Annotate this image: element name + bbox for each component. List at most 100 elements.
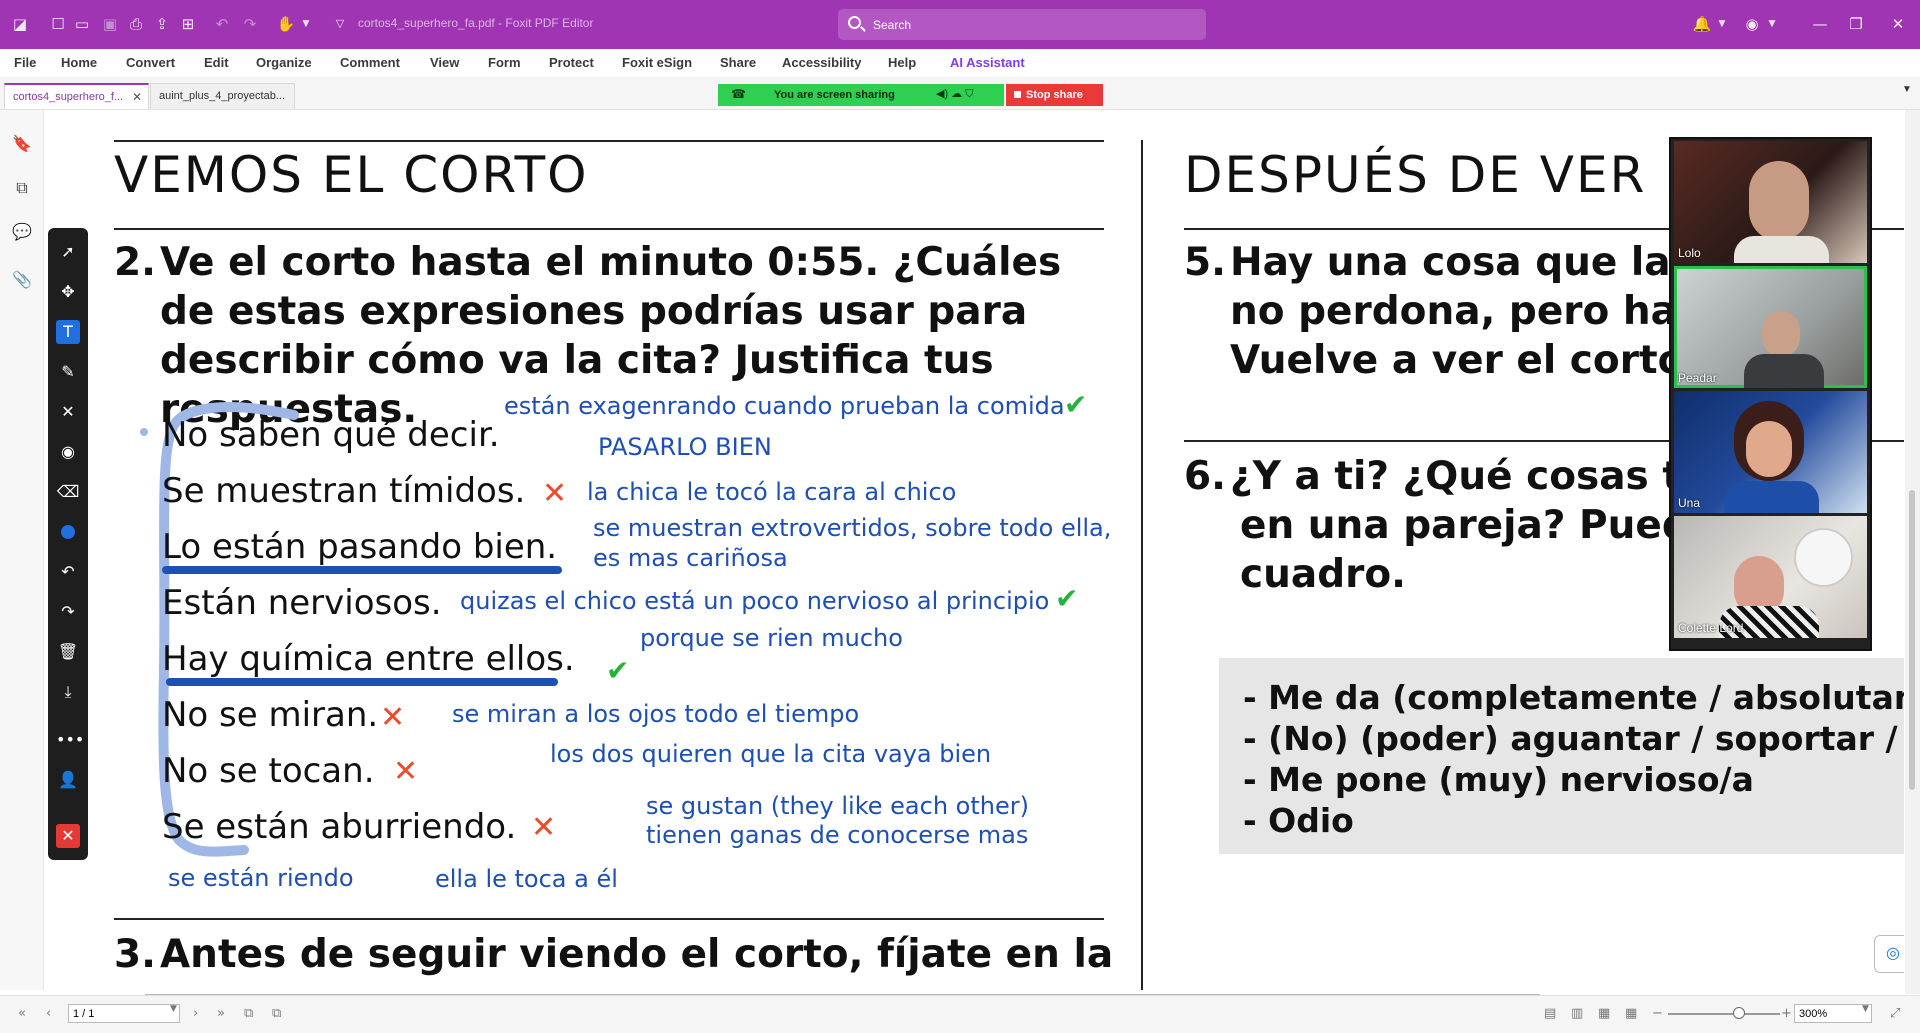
bookmark-icon[interactable]: 🔖	[12, 134, 32, 154]
menu-edit[interactable]: Edit	[204, 55, 229, 70]
export-icon[interactable]: ⇪	[152, 14, 172, 34]
close-icon[interactable]: ✕	[56, 400, 80, 424]
participant-video[interactable]: Colette Lord	[1674, 516, 1867, 638]
participant-video[interactable]: Una	[1674, 391, 1867, 513]
page-layout-icon[interactable]: ⧉	[244, 1006, 253, 1021]
document-title: cortos4_superhero_fa.pdf - Foxit PDF Edi…	[358, 16, 594, 30]
menu-organize[interactable]: Organize	[256, 55, 312, 70]
next-page-icon[interactable]: ›	[193, 1006, 198, 1021]
page-number-input[interactable]: 1 / 1	[68, 1004, 180, 1023]
prev-page-icon[interactable]: ‹	[46, 1006, 51, 1021]
zoom-level-input[interactable]: 300%	[1794, 1004, 1872, 1023]
notification-dropdown-icon[interactable]: ▼	[1712, 14, 1732, 34]
annotation-toolbar: ➚ ✥ T ✎ ✕ ◉ ⌫ ↶ ↷ 🗑 ⤓ ••• 👤 ✕	[48, 228, 88, 860]
undo-icon[interactable]: ↶	[56, 560, 80, 584]
pen-icon[interactable]: ✎	[56, 360, 80, 384]
menu-accessibility[interactable]: Accessibility	[782, 55, 862, 70]
zoom-in-icon[interactable]: +	[1781, 1006, 1792, 1021]
expression-option: - Me da (completamente / absolutamente) …	[1243, 678, 1904, 717]
color-picker-icon[interactable]	[61, 525, 75, 539]
tab-auint-plus[interactable]: auint_plus_4_proyectab...	[150, 83, 295, 109]
minimize-icon[interactable]: —	[1810, 14, 1830, 34]
menu-share[interactable]: Share	[720, 55, 756, 70]
question-6-line: cuadro.	[1240, 552, 1406, 597]
participant-video[interactable]: Peadar	[1674, 266, 1867, 388]
scroll-thumb[interactable]	[1909, 490, 1915, 790]
last-page-icon[interactable]: »	[217, 1006, 225, 1021]
zoom-out-icon[interactable]: −	[1652, 1006, 1663, 1021]
menu-file[interactable]: File	[14, 55, 36, 70]
bell-icon[interactable]: 🔔	[1692, 14, 1712, 34]
first-page-icon[interactable]: «	[18, 1006, 26, 1021]
cover-view-icon[interactable]: ▦	[1625, 1006, 1637, 1021]
continuous-view-icon[interactable]: ▥	[1571, 1006, 1583, 1021]
vertical-scrollbar[interactable]	[1905, 110, 1920, 994]
zoom-slider-handle[interactable]	[1733, 1007, 1745, 1019]
menu-help[interactable]: Help	[888, 55, 916, 70]
redo-icon[interactable]: ↷	[240, 14, 260, 34]
zoom-slider[interactable]	[1668, 1013, 1780, 1015]
annotation-text: PASARLO BIEN	[598, 433, 772, 461]
ai-assistant-icon[interactable]: ◎	[1874, 935, 1904, 973]
undo-icon[interactable]: ↶	[212, 14, 232, 34]
menu-home[interactable]: Home	[61, 55, 97, 70]
annotation-text: se están riendo	[168, 864, 354, 892]
pages-icon[interactable]: ⧉	[12, 178, 32, 198]
search-placeholder: Search	[873, 18, 912, 32]
participant-name: Colette Lord	[1678, 621, 1744, 635]
quick-access-dropdown-icon[interactable]: ▽	[330, 14, 350, 34]
new-file-icon[interactable]: ☐	[48, 14, 68, 34]
check-mark-icon: ✔	[606, 654, 630, 687]
tabs-dropdown-icon[interactable]: ▼	[1902, 84, 1912, 95]
save-icon[interactable]: ▣	[100, 14, 120, 34]
close-window-icon[interactable]: ✕	[1888, 14, 1908, 34]
page-dropdown-icon[interactable]: ▼	[170, 1004, 177, 1014]
menu-foxit-esign[interactable]: Foxit eSign	[622, 55, 692, 70]
redo-icon[interactable]: ↷	[56, 600, 80, 624]
expression-option: - (No) (poder) aguantar / soportar / tol…	[1243, 719, 1904, 758]
menu-convert[interactable]: Convert	[126, 55, 175, 70]
attachment-icon[interactable]: 📎	[12, 270, 32, 290]
menu-protect[interactable]: Protect	[549, 55, 594, 70]
top-rule	[114, 140, 1104, 142]
download-icon[interactable]: ⤓	[56, 680, 80, 704]
stamp-icon[interactable]: ◉	[56, 440, 80, 464]
tab-cortos4[interactable]: cortos4_superhero_f... ✕	[4, 83, 149, 109]
select-cursor-icon[interactable]: ➚	[56, 240, 80, 264]
account-icon[interactable]: ◉	[1742, 14, 1762, 34]
close-tab-icon[interactable]: ✕	[132, 85, 142, 109]
insert-icon[interactable]: ⊞	[178, 14, 198, 34]
menu-view[interactable]: View	[430, 55, 459, 70]
facing-view-icon[interactable]: ▦	[1598, 1006, 1610, 1021]
fullscreen-icon[interactable]: ⤢	[1890, 1006, 1900, 1021]
participant-avatar	[1762, 311, 1800, 357]
hand-tool-icon[interactable]: ✋	[276, 14, 296, 34]
question-5-line: Hay una cosa que la pr	[1230, 240, 1732, 285]
restore-icon[interactable]: ❐	[1846, 14, 1866, 34]
eraser-icon[interactable]: ⌫	[56, 480, 80, 504]
participant-video[interactable]: Lolo	[1674, 141, 1867, 263]
account-dropdown-icon[interactable]: ▼	[1762, 14, 1782, 34]
question-2-number: 2.	[114, 240, 156, 285]
participant-name: Lolo	[1678, 246, 1701, 260]
participant-shirt	[1744, 354, 1824, 388]
view-thumbnail-icon[interactable]: ⧉	[272, 1006, 281, 1021]
single-page-view-icon[interactable]: ▤	[1544, 1006, 1556, 1021]
menu-ai-assistant[interactable]: AI Assistant	[950, 55, 1025, 70]
hand-tool-dropdown-icon[interactable]: ▼	[296, 14, 316, 34]
print-icon[interactable]: ⎙	[126, 14, 146, 34]
stop-share-button[interactable]: Stop share	[1006, 84, 1103, 106]
comments-icon[interactable]: 💬	[12, 222, 32, 242]
menu-form[interactable]: Form	[488, 55, 521, 70]
more-icon[interactable]: •••	[56, 728, 84, 752]
close-toolbar-icon[interactable]: ✕	[56, 824, 80, 848]
text-tool-icon[interactable]: T	[56, 320, 80, 344]
search-box[interactable]: Search	[838, 9, 1206, 40]
participants-icon[interactable]: 👤	[56, 768, 80, 792]
zoom-dropdown-icon[interactable]: ▼	[1862, 1004, 1869, 1014]
move-icon[interactable]: ✥	[56, 280, 80, 304]
screen-share-status: You are screen sharing	[774, 89, 895, 101]
trash-icon[interactable]: 🗑	[56, 640, 80, 664]
open-file-icon[interactable]: ▭	[72, 14, 92, 34]
menu-comment[interactable]: Comment	[340, 55, 400, 70]
